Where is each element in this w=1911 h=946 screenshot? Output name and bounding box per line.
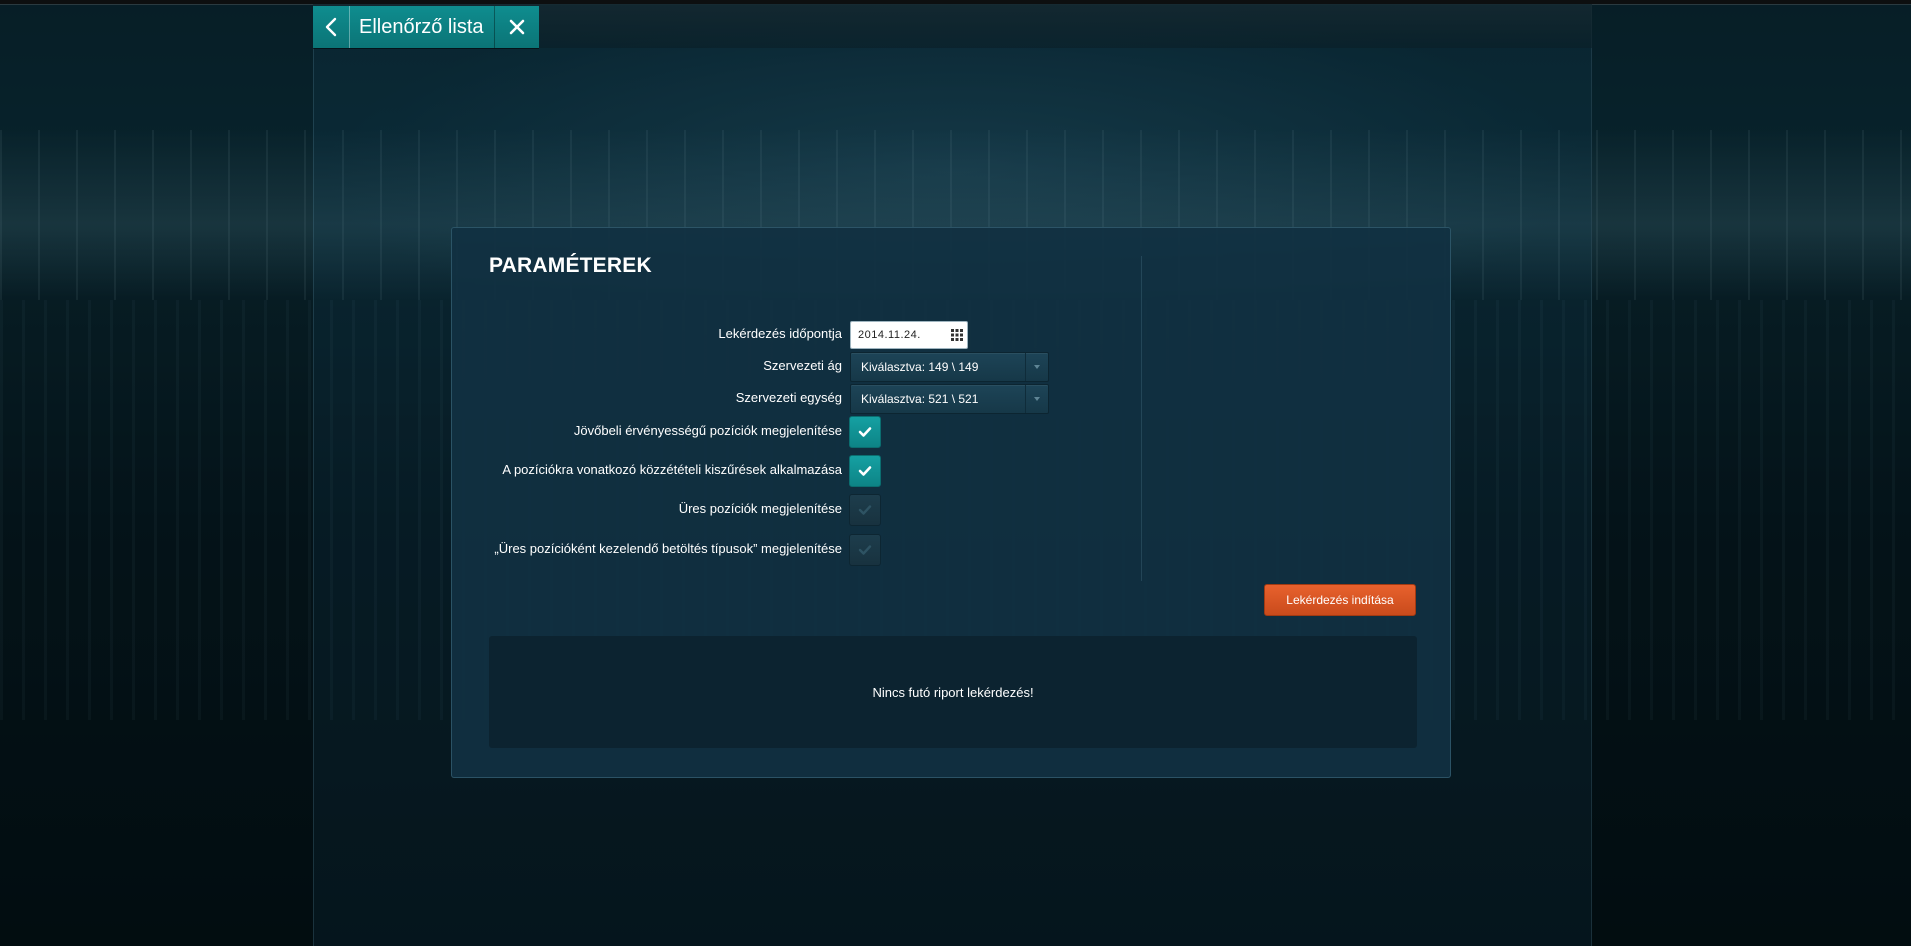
check-icon [858,427,872,437]
checkbox-row-future-positions: Jövőbeli érvényességű pozíciók megjelení… [452,416,1142,448]
checkbox-row-empty-positions: Üres pozíciók megjelenítése [452,494,1142,526]
future-positions-checkbox[interactable] [849,416,881,448]
caret-down-icon [1034,365,1040,369]
run-query-button[interactable]: Lekérdezés indítása [1264,584,1416,616]
date-input[interactable]: 2014.11.24. [850,321,968,349]
checkbox-label: A pozíciókra vonatkozó közzétételi kiszű… [502,462,842,477]
page-title-tab: Ellenőrző lista [313,6,539,48]
date-row: Lekérdezés időpontja 2014.11.24. [452,319,1142,349]
date-value[interactable]: 2014.11.24. [858,322,921,348]
background-right-shade [1591,0,1911,946]
branch-label: Szervezeti ág [763,358,842,373]
branch-select[interactable]: Kiválasztva: 149 \ 149 [850,352,1049,382]
panel-title: PARAMÉTEREK [489,254,652,277]
status-box: Nincs futó riport lekérdezés! [489,636,1417,748]
branch-select-toggle[interactable] [1025,353,1048,381]
background-left-shade [0,0,313,946]
caret-down-icon [1034,397,1040,401]
checkbox-row-empty-fill-types: „Üres pozícióként kezelendő betöltés típ… [452,534,1142,566]
branch-row: Szervezeti ág Kiválasztva: 149 \ 149 [452,351,1142,382]
checkbox-row-disclosure-filters: A pozíciókra vonatkozó közzétételi kiszű… [452,455,1142,487]
date-label: Lekérdezés időpontja [718,326,842,341]
parameters-panel: PARAMÉTEREK Lekérdezés időpontja 2014.11… [451,227,1451,778]
unit-select[interactable]: Kiválasztva: 521 \ 521 [850,384,1049,414]
close-button[interactable] [495,6,539,48]
check-icon [858,505,872,515]
unit-row: Szervezeti egység Kiválasztva: 521 \ 521 [452,383,1142,414]
checkbox-label: Üres pozíciók megjelenítése [678,501,842,516]
checkbox-label: Jövőbeli érvényességű pozíciók megjelení… [573,423,842,438]
checkbox-label: „Üres pozícióként kezelendő betöltés típ… [494,541,842,556]
check-icon [858,466,872,476]
status-text: Nincs futó riport lekérdezés! [872,684,1034,700]
empty-positions-checkbox[interactable] [849,494,881,526]
unit-label: Szervezeti egység [735,390,842,405]
page-title: Ellenőrző lista [350,6,495,48]
back-button[interactable] [313,6,350,48]
unit-select-toggle[interactable] [1025,385,1048,413]
unit-select-value: Kiválasztva: 521 \ 521 [861,392,979,406]
chevron-left-icon [325,17,337,37]
close-icon [509,19,525,35]
calendar-icon[interactable] [951,329,963,341]
branch-select-value: Kiválasztva: 149 \ 149 [861,360,979,374]
empty-fill-types-checkbox[interactable] [849,534,881,566]
check-icon [858,545,872,555]
disclosure-filters-checkbox[interactable] [849,455,881,487]
